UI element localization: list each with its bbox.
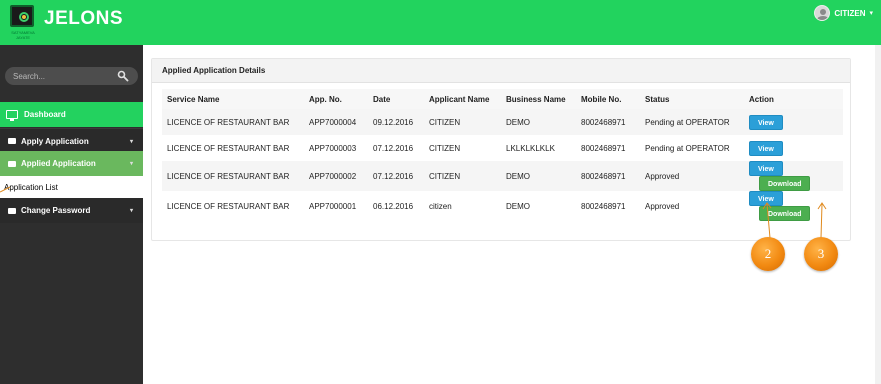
step-badge-download: 3 (804, 237, 838, 271)
cell-action: View (744, 109, 843, 135)
sidebar-item-applied-application[interactable]: Applied Application ▾ (0, 151, 143, 176)
cell-mobile: 8002468971 (576, 135, 640, 161)
cell-date: 06.12.2016 (368, 191, 424, 221)
pointer-arrow-icon (0, 186, 11, 193)
cell-applicant: CITIZEN (424, 135, 501, 161)
column-header: Mobile No. (576, 89, 640, 109)
column-header: Service Name (162, 89, 304, 109)
applications-panel: Applied Application Details Service Name… (151, 58, 851, 241)
table-row: LICENCE OF RESTAURANT BAR APP7000001 06.… (162, 191, 843, 221)
cell-service: LICENCE OF RESTAURANT BAR (162, 109, 304, 135)
sidebar-item-apply-application[interactable]: Apply Application ▾ (0, 128, 143, 153)
cell-service: LICENCE OF RESTAURANT BAR (162, 161, 304, 191)
download-button[interactable]: Download (759, 176, 811, 191)
top-navbar: SATYAMEVA JAYATE JELONS CITIZEN ▾ (0, 0, 881, 45)
cell-date: 07.12.2016 (368, 161, 424, 191)
sidebar-item-label: Applied Application (21, 159, 96, 168)
sidebar-item-label: Change Password (21, 206, 91, 215)
list-icon (8, 138, 16, 144)
step-badge-view: 2 (751, 237, 785, 271)
column-header: Applicant Name (424, 89, 501, 109)
emblem-logo[interactable]: SATYAMEVA JAYATE (6, 3, 38, 40)
logo-dot (22, 15, 26, 19)
cell-status: Approved (640, 161, 744, 191)
cell-date: 07.12.2016 (368, 135, 424, 161)
column-header: Action (744, 89, 843, 109)
cell-status: Pending at OPERATOR (640, 135, 744, 161)
avatar (814, 5, 831, 21)
cell-mobile: 8002468971 (576, 191, 640, 221)
sidebar-item-dashboard[interactable]: Dashboard (0, 102, 143, 127)
callout-arrow-icon (762, 202, 772, 239)
column-header: Date (368, 89, 424, 109)
cell-business: DEMO (501, 161, 576, 191)
view-button[interactable]: View (749, 140, 783, 156)
monitor-icon (6, 110, 18, 121)
sidebar-item-label: Dashboard (24, 110, 66, 119)
logo-tagline: SATYAMEVA JAYATE (11, 30, 35, 40)
sidebar-subitem-application-list[interactable]: Application List (0, 176, 143, 198)
view-button[interactable]: View (749, 114, 783, 130)
cell-status: Approved (640, 191, 744, 221)
cell-applicant: CITIZEN (424, 109, 501, 135)
cell-mobile: 8002468971 (576, 109, 640, 135)
search-box (5, 67, 138, 85)
table-row: LICENCE OF RESTAURANT BAR APP7000002 07.… (162, 161, 843, 191)
cell-status: Pending at OPERATOR (640, 109, 744, 135)
column-header: Business Name (501, 89, 576, 109)
cell-applicant: CITIZEN (424, 161, 501, 191)
chevron-down-icon: ▾ (129, 161, 133, 167)
sidebar-item-label: Application List (4, 182, 58, 192)
chevron-down-icon: ▾ (869, 10, 873, 17)
view-button[interactable]: View (749, 161, 783, 176)
cell-mobile: 8002468971 (576, 161, 640, 191)
chevron-down-icon: ▾ (129, 208, 133, 214)
column-header: Status (640, 89, 744, 109)
user-name: CITIZEN (834, 8, 866, 18)
search-icon[interactable] (117, 70, 129, 82)
logo-frame (10, 5, 34, 27)
cell-service: LICENCE OF RESTAURANT BAR (162, 191, 304, 221)
table-row: LICENCE OF RESTAURANT BAR APP7000004 09.… (162, 109, 843, 135)
cell-business: DEMO (501, 191, 576, 221)
search-input[interactable] (13, 70, 113, 82)
cell-app-no: APP7000004 (304, 109, 368, 135)
cell-app-no: APP7000001 (304, 191, 368, 221)
sidebar-item-label: Apply Application (21, 136, 89, 146)
cell-action: View (744, 135, 843, 161)
panel-title: Applied Application Details (152, 59, 850, 83)
table-row: LICENCE OF RESTAURANT BAR APP7000003 07.… (162, 135, 843, 161)
cell-service: LICENCE OF RESTAURANT BAR (162, 135, 304, 161)
column-header: App. No. (304, 89, 368, 109)
list-icon (8, 207, 16, 214)
sidebar: Dashboard Apply Application ▾ Applied Ap… (0, 45, 143, 384)
table-header-row: Service Name App. No. Date Applicant Nam… (162, 89, 843, 109)
list-icon (8, 160, 16, 167)
cell-app-no: APP7000003 (304, 135, 368, 161)
cell-business: LKLKLKLKLK (501, 135, 576, 161)
brand-title[interactable]: JELONS (44, 8, 123, 30)
page-scrollbar[interactable] (875, 45, 881, 384)
cell-app-no: APP7000002 (304, 161, 368, 191)
cell-action: ViewDownload (744, 161, 843, 191)
user-menu[interactable]: CITIZEN ▾ (814, 4, 873, 22)
cell-applicant: citizen (424, 191, 501, 221)
chevron-down-icon: ▾ (129, 138, 133, 145)
cell-business: DEMO (501, 109, 576, 135)
sidebar-item-change-password[interactable]: Change Password ▾ (0, 198, 143, 223)
callout-arrow-icon (817, 202, 827, 239)
cell-date: 09.12.2016 (368, 109, 424, 135)
applications-table: Service Name App. No. Date Applicant Nam… (162, 89, 843, 221)
